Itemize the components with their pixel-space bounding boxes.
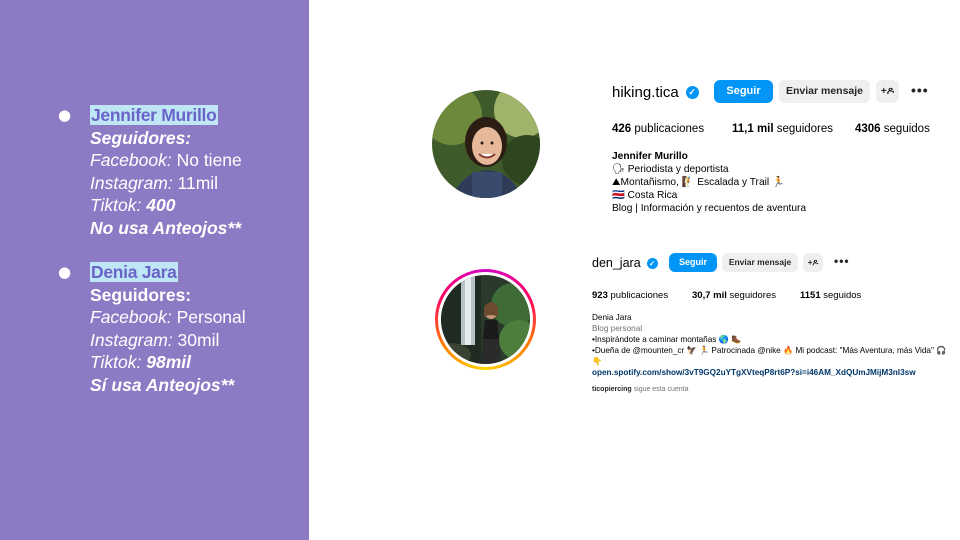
facebook-value: Personal <box>171 307 246 328</box>
bio-name: Jennifer Murillo <box>612 151 688 162</box>
tiktok-label: Tiktok: <box>90 352 142 373</box>
glasses-note: Sí usa Anteojos** <box>90 374 235 395</box>
instagram-label: Instagram: <box>90 172 173 193</box>
bio-line: 👇 <box>592 357 603 366</box>
info-panel: ● Jennifer Murillo Seguidores: Facebook:… <box>0 0 309 540</box>
person-info-jennifer: ● Jennifer Murillo Seguidores: Facebook:… <box>58 104 308 240</box>
bio-line: •Dueña de @mounten_cr 🦅 🏃 Patrocinada @n… <box>592 346 947 355</box>
verified-badge-icon: ✓ <box>646 257 658 269</box>
followers-count[interactable]: 30,7 mil seguidores <box>692 290 776 301</box>
send-message-button[interactable]: Enviar mensaje <box>722 253 798 272</box>
verified-badge-icon: ✓ <box>685 85 699 99</box>
follow-button[interactable]: Seguir <box>669 253 717 272</box>
add-user-icon[interactable]: +ዶ <box>803 253 823 272</box>
bio-name: Denia Jara <box>592 313 632 322</box>
person-name: Denia Jara <box>90 262 178 282</box>
tiktok-value: 98mil <box>141 352 192 373</box>
followers-count[interactable]: 11,1 mil seguidores <box>732 123 833 135</box>
bio-line: Blog | Información y recuentos de aventu… <box>612 203 807 214</box>
username[interactable]: hiking.tica <box>612 84 679 101</box>
facebook-label: Facebook: <box>90 150 172 171</box>
bullet-icon: ● <box>58 106 72 124</box>
add-user-icon[interactable]: +ዶ <box>876 80 899 103</box>
bio-line: 🗣 Periodista y deportista <box>612 164 729 175</box>
instagram-label: Instagram: <box>90 329 173 350</box>
tiktok-label: Tiktok: <box>90 195 142 216</box>
username[interactable]: den_jara <box>592 256 641 270</box>
bio-category: Blog personal <box>592 324 643 333</box>
followed-by-text[interactable]: ticopiercing sigue esta cuenta <box>592 386 689 393</box>
avatar[interactable] <box>432 90 540 198</box>
tiktok-value: 400 <box>141 195 176 216</box>
person-info-denia: ● Denia Jara Seguidores: Facebook: Perso… <box>58 261 308 397</box>
more-options-icon[interactable]: ••• <box>911 82 929 98</box>
avatar[interactable] <box>441 275 530 364</box>
posts-count[interactable]: 426 publicaciones <box>612 123 704 135</box>
posts-count[interactable]: 923 publicaciones <box>592 290 668 301</box>
instagram-value: 30mil <box>172 329 220 350</box>
bullet-icon: ● <box>58 263 72 281</box>
followers-heading: Seguidores: <box>90 284 192 305</box>
bio-line: •Inspirándote a caminar montañas 🌎 🥾 <box>592 335 742 344</box>
more-options-icon[interactable]: ••• <box>834 254 850 268</box>
send-message-button[interactable]: Enviar mensaje <box>779 80 870 103</box>
facebook-label: Facebook: <box>90 307 172 328</box>
glasses-note: No usa Anteojos** <box>90 217 242 238</box>
instagram-value: 11mil <box>172 172 219 193</box>
facebook-value: No tiene <box>171 150 242 171</box>
follow-button[interactable]: Seguir <box>714 80 773 103</box>
bio-line: 🇨🇷 Costa Rica <box>612 190 678 201</box>
person-name: Jennifer Murillo <box>90 105 218 125</box>
followers-heading: Seguidores: <box>90 127 192 148</box>
bio-line: ⛰Montañismo, 🧗 Escalada y Trail 🏃 <box>612 177 785 188</box>
bio-link[interactable]: open.spotify.com/show/3vT9GQ2uYTgXVteqP8… <box>592 367 916 378</box>
following-count[interactable]: 1151 seguidos <box>800 290 861 301</box>
following-count[interactable]: 4306 seguidos <box>855 123 930 135</box>
